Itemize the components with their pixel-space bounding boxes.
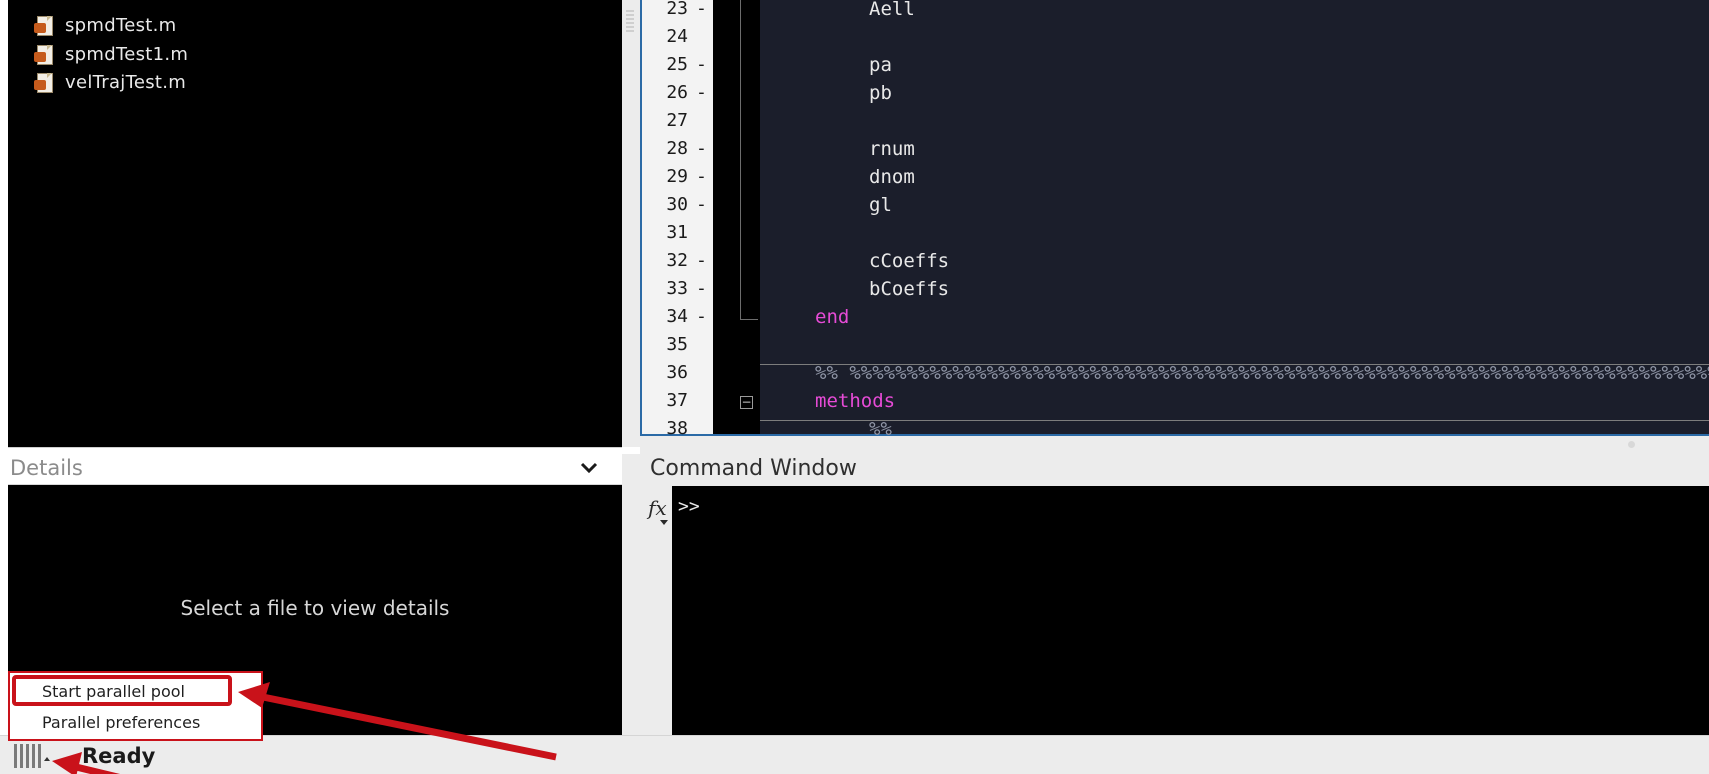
line-number: 34 xyxy=(666,306,688,327)
parallel-pool-icon[interactable] xyxy=(14,744,42,768)
matlab-file-icon xyxy=(34,15,56,36)
file-item-spmdtest1[interactable]: spmdTest1.m xyxy=(34,41,188,67)
code-line[interactable]: cCoeffs xyxy=(869,250,949,272)
line-number: 33 xyxy=(666,278,688,299)
code-line[interactable]: Aell xyxy=(869,0,915,20)
caret-up-icon[interactable] xyxy=(44,757,50,761)
fold-toggle-icon[interactable]: − xyxy=(740,396,753,409)
matlab-file-icon xyxy=(34,72,56,93)
horizontal-splitter[interactable] xyxy=(640,436,1709,454)
code-line[interactable]: gl xyxy=(869,194,892,216)
breakpoint-marker[interactable]: - xyxy=(696,138,707,159)
breakpoint-marker[interactable]: - xyxy=(696,306,707,327)
line-number: 24 xyxy=(666,26,688,47)
breakpoint-marker[interactable]: - xyxy=(696,278,707,299)
code-line[interactable]: methods xyxy=(815,390,895,412)
code-folding-column xyxy=(713,0,760,434)
line-number: 32 xyxy=(666,250,688,271)
details-header[interactable] xyxy=(8,447,622,485)
line-number: 31 xyxy=(666,222,688,243)
code-line[interactable]: end xyxy=(815,306,849,328)
file-item-spmdtest[interactable]: spmdTest.m xyxy=(34,12,176,38)
details-title: Details xyxy=(10,456,83,480)
function-browser-caret-icon[interactable] xyxy=(660,520,668,525)
breakpoint-marker[interactable]: - xyxy=(696,250,707,271)
breakpoint-marker[interactable]: - xyxy=(696,166,707,187)
splitter-grip[interactable] xyxy=(1628,441,1635,448)
code-line[interactable]: pa xyxy=(869,54,892,76)
breakpoint-marker[interactable]: - xyxy=(696,194,707,215)
file-name: velTrajTest.m xyxy=(65,71,187,93)
function-browser-icon[interactable]: fx xyxy=(648,496,667,520)
current-folder-panel xyxy=(8,0,622,447)
code-line[interactable]: bCoeffs xyxy=(869,278,949,300)
line-number: 37 xyxy=(666,390,688,411)
line-number: 26 xyxy=(666,82,688,103)
line-number: 25 xyxy=(666,54,688,75)
highlight-box xyxy=(12,675,232,706)
line-number: 29 xyxy=(666,166,688,187)
line-number: 35 xyxy=(666,334,688,355)
command-window-input[interactable] xyxy=(672,486,1709,735)
file-name: spmdTest1.m xyxy=(65,43,189,65)
command-prompt: >> xyxy=(678,496,700,517)
line-number: 23 xyxy=(666,0,688,19)
breakpoint-marker[interactable]: - xyxy=(696,82,707,103)
breakpoint-marker[interactable]: - xyxy=(696,0,707,19)
line-number: 30 xyxy=(666,194,688,215)
code-line[interactable]: %% %%%%%%%%%%%%%%%%%%%%%%%%%%%%%%%%%%%%%… xyxy=(815,362,1709,384)
cell-divider xyxy=(760,420,1709,421)
command-window-title: Command Window xyxy=(650,456,857,481)
fold-guide xyxy=(740,0,741,320)
chevron-down-icon[interactable] xyxy=(578,456,600,478)
vertical-splitter[interactable] xyxy=(622,454,640,735)
code-line[interactable]: pb xyxy=(869,82,892,104)
line-number: 28 xyxy=(666,138,688,159)
menu-item-parallel-preferences[interactable]: Parallel preferences xyxy=(42,713,200,732)
fold-guide-end xyxy=(740,319,758,320)
code-line[interactable]: dnom xyxy=(869,166,915,188)
splitter-grip[interactable] xyxy=(626,10,634,32)
details-empty-message: Select a file to view details xyxy=(180,596,450,620)
file-name: spmdTest.m xyxy=(65,14,177,36)
file-item-veltrajtest[interactable]: velTrajTest.m xyxy=(34,69,186,95)
line-number: 36 xyxy=(666,362,688,383)
matlab-file-icon xyxy=(34,44,56,65)
vertical-splitter[interactable] xyxy=(622,0,640,447)
code-line[interactable]: rnum xyxy=(869,138,915,160)
breakpoint-marker[interactable]: - xyxy=(696,54,707,75)
line-number: 27 xyxy=(666,110,688,131)
status-text: Ready xyxy=(82,744,156,768)
